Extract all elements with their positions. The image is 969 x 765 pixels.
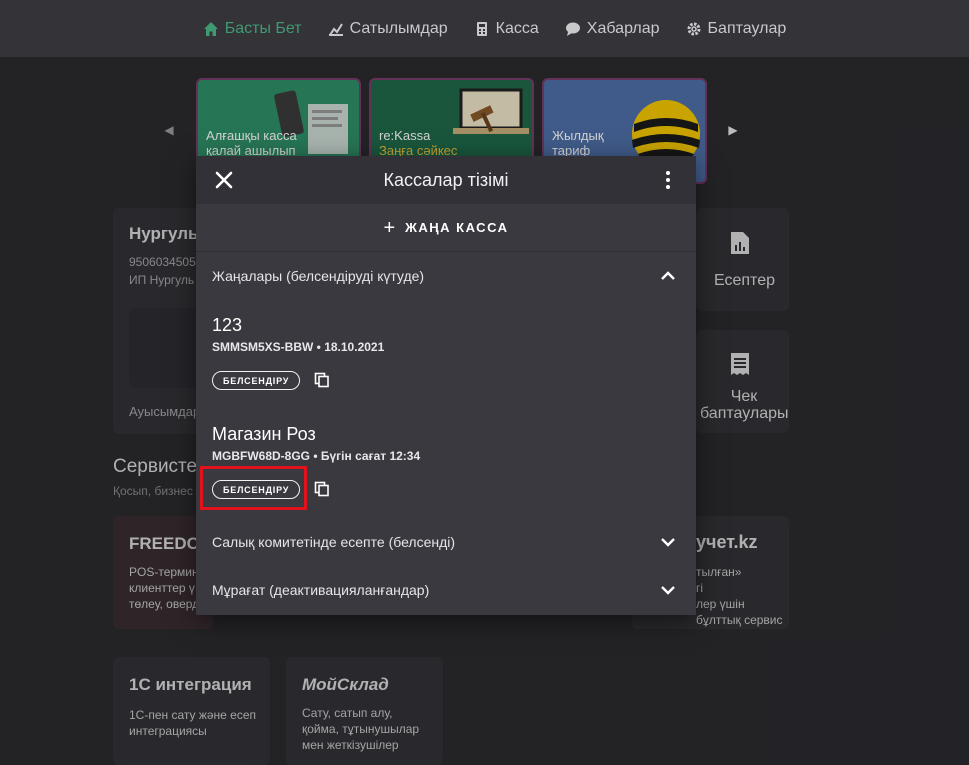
- sales-icon: [328, 22, 343, 36]
- shift-label: Ауысымдар: [129, 404, 201, 419]
- banner-text: Жылдық тариф: [552, 128, 604, 158]
- banner-text: re:Kassa Заңға сәйкес: [379, 128, 458, 158]
- onec-desc: 1С-пен сату және есеп интеграциясы: [129, 708, 257, 738]
- nav-item-label: Касса: [495, 19, 539, 37]
- plus-icon: +: [383, 216, 396, 239]
- nav-item-sales[interactable]: Сатылымдар: [328, 20, 448, 38]
- calculator-icon: [476, 21, 487, 36]
- copy-icon[interactable]: [314, 372, 330, 388]
- chevron-down-icon: [661, 538, 675, 547]
- nav-item-messages[interactable]: Хабарлар: [565, 20, 660, 38]
- new-kassa-button[interactable]: + ЖАҢА КАССА: [196, 204, 696, 252]
- activate-button[interactable]: БЕЛСЕНДІРУ: [212, 371, 301, 390]
- report-icon: [731, 232, 749, 254]
- home-icon: [203, 21, 218, 36]
- freedom-desc: POS-термина клиенттер ү төлеу, оверд: [129, 565, 206, 611]
- moysklad-title: МойСклад: [302, 675, 389, 694]
- section-new-label: Жаңалары (белсендіруді күтуде): [212, 268, 425, 284]
- receipt-settings-card[interactable]: Чек баптаулары: [696, 330, 789, 433]
- carousel-prev-button[interactable]: ◀: [162, 120, 176, 140]
- reports-label: Есептер: [714, 272, 775, 289]
- gear-icon: [687, 22, 701, 35]
- section-new-header[interactable]: Жаңалары (белсендіруді күтуде): [196, 252, 696, 300]
- kassa-list-modal: Кассалар тізімі + ЖАҢА КАССА Жаңалары (б…: [196, 156, 696, 615]
- copy-icon[interactable]: [314, 481, 330, 497]
- section-archive-label: Мұрағат (деактивацияланғандар): [212, 582, 430, 598]
- section-tax-label: Салық комитетінде есепте (белсенді): [212, 534, 456, 550]
- carousel-next-button[interactable]: ▶: [726, 120, 740, 140]
- section-archive-header[interactable]: Мұрағат (деактивацияланғандар): [196, 566, 696, 614]
- nav-item-label: Сатылымдар: [349, 19, 448, 37]
- banner-text: Алғашқы касса қалай ашылып: [206, 128, 297, 158]
- moysklad-desc: Сату, сатып алу, қойма, тұтынушылар мен …: [302, 706, 420, 752]
- kassa-meta: MGBFW68D-8GG • Бүгін сағат 12:34: [212, 449, 421, 463]
- user-name: Нургуль: [129, 224, 199, 243]
- activate-button[interactable]: БЕЛСЕНДІРУ: [212, 480, 301, 499]
- new-kassa-label: ЖАҢА КАССА: [405, 220, 509, 235]
- chat-icon: [565, 22, 580, 36]
- top-navigation: Басты Бет Сатылымдар Касса Хабарлар Бапт…: [0, 0, 969, 57]
- receipt-icon: [731, 353, 749, 375]
- services-subtitle: Қосып, бизнес: [113, 484, 193, 498]
- uchet-title: учет.kz: [696, 532, 758, 552]
- kassa-name: 123: [212, 315, 243, 335]
- section-tax-header[interactable]: Салық комитетінде есепте (белсенді): [196, 518, 696, 566]
- services-title: Сервистер: [113, 456, 208, 477]
- nav-item-home[interactable]: Басты Бет: [203, 20, 302, 38]
- close-icon[interactable]: [212, 168, 236, 192]
- nav-item-label: Баптаулар: [707, 19, 787, 37]
- kassa-name: Магазин Роз: [212, 424, 316, 444]
- receipt-settings-label: Чек баптаулары: [700, 388, 789, 422]
- kassa-meta: SMMSM5XS-BBW • 18.10.2021: [212, 340, 385, 354]
- modal-header: Кассалар тізімі: [196, 156, 696, 204]
- onec-card[interactable]: 1С интеграция 1С-пен сату және есеп инте…: [113, 657, 270, 765]
- nav-item-label: Хабарлар: [586, 19, 660, 37]
- nav-item-kassa[interactable]: Касса: [474, 20, 539, 38]
- more-options-icon[interactable]: [658, 168, 678, 192]
- reports-card[interactable]: Есептер: [696, 208, 789, 311]
- chevron-up-icon: [661, 271, 675, 280]
- onec-title: 1С интеграция: [129, 675, 252, 694]
- moysklad-card[interactable]: МойСклад Сату, сатып алу, қойма, тұтынуш…: [286, 657, 443, 765]
- chevron-down-icon: [661, 586, 675, 595]
- modal-title: Кассалар тізімі: [383, 169, 509, 190]
- user-company: ИП Нургуль: [129, 273, 195, 287]
- nav-item-label: Басты Бет: [224, 19, 302, 37]
- nav-item-settings[interactable]: Баптаулар: [686, 19, 787, 38]
